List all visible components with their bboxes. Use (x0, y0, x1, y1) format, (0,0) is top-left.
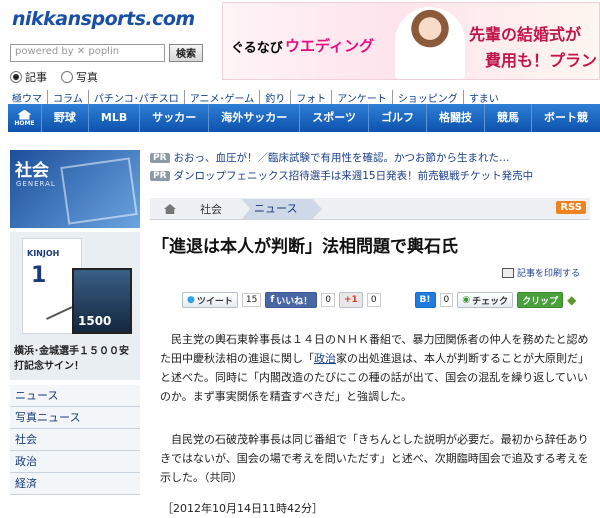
radio-unchecked-icon (61, 71, 73, 83)
gplus-icon: +1 (344, 295, 358, 305)
tweet-button[interactable]: ● ツイート (182, 292, 238, 308)
subnav-item[interactable]: 極ウマ (10, 90, 47, 105)
like-count: 0 (321, 293, 335, 307)
tag-link[interactable]: 政治 (314, 352, 336, 365)
hatena-count: 0 (439, 293, 454, 307)
sidebar-item[interactable]: 政治 (10, 451, 140, 473)
photo-card: 1500 (72, 268, 132, 334)
section-header: 社会 GENERAL (10, 150, 140, 228)
radio-checked-icon (10, 71, 22, 83)
search-bar: powered by ✕ poplin 検索 (10, 44, 203, 62)
breadcrumb: 社会 ニュース RSS (150, 198, 590, 220)
banner-brand: ぐるなび (231, 41, 283, 56)
subnav-item[interactable]: すまい (462, 90, 504, 105)
subnav-item[interactable]: 釣り (259, 90, 290, 105)
sidebar-item[interactable]: 写真ニュース (10, 407, 140, 429)
pr-line[interactable]: PR おおっ、血圧が！／臨床試験で有用性を確認。かつお節から生まれた… (150, 150, 510, 165)
nav-item[interactable]: サッカー (140, 104, 210, 132)
pr-line[interactable]: PR ダンロップフェニックス招待選手は来週15日発表！前売観戦チケット発売中 (150, 168, 533, 183)
radio-photo-label: 写真 (76, 71, 98, 84)
subnav-item[interactable]: ショッピング (391, 90, 463, 105)
evernote-icon[interactable]: ◆ (567, 293, 576, 307)
like-label: いいね！ (276, 296, 313, 307)
twitter-bird-icon: ● (187, 295, 195, 305)
subnav-item[interactable]: アンケート (331, 90, 392, 105)
promo-box[interactable]: KINJOH 1 1500 横浜･金城選手１５００安打記念サイン！ (10, 232, 140, 380)
sub-navigation: 極ウマ コラム パチンコ･パチスロ アニメ･ゲーム 釣り フォト アンケート シ… (10, 90, 504, 105)
nav-item[interactable]: 海外サッカー (209, 104, 301, 132)
article-dateline: ［2012年10月14日11時42分］ (162, 502, 323, 515)
banner-line2: 費用も！プラン (485, 51, 598, 70)
nav-home[interactable]: HOME (8, 104, 42, 132)
like-button[interactable]: f いいね！ (265, 292, 318, 308)
breadcrumb-home[interactable] (155, 200, 185, 218)
nav-item[interactable]: 野球 (42, 104, 89, 132)
check-icon: ◉ (462, 295, 471, 305)
nav-item[interactable]: MLB (89, 104, 141, 132)
card-number: 1500 (78, 314, 112, 328)
pr-text[interactable]: おおっ、血圧が！／臨床試験で有用性を確認。かつお節から生まれた… (174, 150, 510, 165)
check-button[interactable]: ◉ チェック (457, 292, 514, 308)
subnav-item[interactable]: フォト (290, 90, 331, 105)
pr-badge: PR (150, 170, 170, 181)
pr-text[interactable]: ダンロップフェニックス招待選手は来週15日発表！前売観戦チケット発売中 (174, 168, 534, 183)
home-label: HOME (14, 119, 35, 127)
printer-icon (502, 267, 514, 278)
nav-item[interactable]: ボート競 (532, 104, 600, 132)
gplus-button[interactable]: +1 (339, 292, 363, 308)
banner-bride-image (395, 7, 465, 79)
banner-line1: 先輩の結婚式が (469, 25, 582, 44)
nav-item[interactable]: 競馬 (485, 104, 532, 132)
banner-wedding: ウエディング (285, 37, 374, 55)
tweet-count: 15 (241, 293, 262, 307)
article-paragraph: 民主党の輿石東幹事長は１４日のＮＨＫ番組で、暴力団関係者の仲人を務めたと認めた田… (160, 330, 590, 406)
sidebar-item[interactable]: ニュース (10, 385, 140, 407)
radio-article[interactable]: 記事 (10, 69, 47, 85)
breadcrumb-current: ニュース (242, 199, 322, 219)
home-icon (164, 204, 176, 214)
gplus-count: 0 (366, 293, 381, 307)
hatena-button[interactable]: B! (414, 292, 436, 308)
signature-mark (37, 288, 73, 320)
ad-banner[interactable]: ぐるなび ウエディング 先輩の結婚式が 費用も！プラン (222, 2, 600, 80)
jersey-number: 1 (31, 263, 47, 288)
section-decoration (60, 157, 138, 225)
nav-item[interactable]: スポーツ (300, 104, 369, 132)
sidebar-menu: ニュース 写真ニュース 社会 政治 経済 (10, 385, 140, 495)
article-paragraph: 自民党の石破茂幹事長は同じ番組で「きちんとした説明が必要だ。最初から辞任ありきで… (160, 430, 590, 487)
clip-button[interactable]: クリップ (517, 292, 564, 308)
subnav-item[interactable]: パチンコ･パチスロ (87, 90, 184, 105)
nav-item[interactable]: 格闘技 (427, 104, 485, 132)
search-input[interactable]: powered by ✕ poplin (10, 44, 165, 62)
print-link-label: 記事を印刷する (517, 269, 581, 279)
pr-badge: PR (150, 152, 170, 163)
radio-photo[interactable]: 写真 (61, 69, 98, 85)
check-label: チェック (472, 296, 509, 307)
main-navigation: HOME 野球 MLB サッカー 海外サッカー スポーツ ゴルフ 格闘技 競馬 … (8, 104, 600, 132)
subnav-item[interactable]: アニメ･ゲーム (183, 90, 260, 105)
section-subtitle: GENERAL (16, 180, 56, 188)
jersey-name: KINJOH (27, 249, 60, 258)
nav-item[interactable]: ゴルフ (369, 104, 427, 132)
subnav-item[interactable]: コラム (47, 90, 88, 105)
tweet-label: ツイート (196, 296, 233, 307)
article-headline: 「進退は本人が判断」法相問題で輿石氏 (152, 237, 458, 257)
search-type-radios: 記事 写真 (10, 69, 98, 85)
section-title: 社会 (15, 161, 49, 181)
share-bar: ● ツイート 15 f いいね！ 0 +1 0 B! 0 ◉ チェック クリップ ◆ (182, 292, 576, 308)
facebook-icon: f (270, 295, 275, 305)
promo-text[interactable]: 横浜･金城選手１５００安打記念サイン！ (14, 344, 138, 374)
sidebar-item[interactable]: 社会 (10, 429, 140, 451)
rss-button[interactable]: RSS (556, 201, 586, 214)
search-button[interactable]: 検索 (169, 44, 203, 62)
paragraph-text: 自民党の石破茂幹事長は同じ番組で「きちんとした説明が必要だ。最初から辞任ありきで… (160, 433, 589, 484)
site-logo[interactable]: nikkansports.com (12, 8, 195, 30)
radio-article-label: 記事 (25, 71, 47, 84)
breadcrumb-item[interactable]: 社会 (200, 201, 222, 217)
print-link[interactable]: 記事を印刷する (502, 266, 580, 279)
sidebar-item[interactable]: 経済 (10, 473, 140, 495)
home-icon (17, 109, 32, 120)
